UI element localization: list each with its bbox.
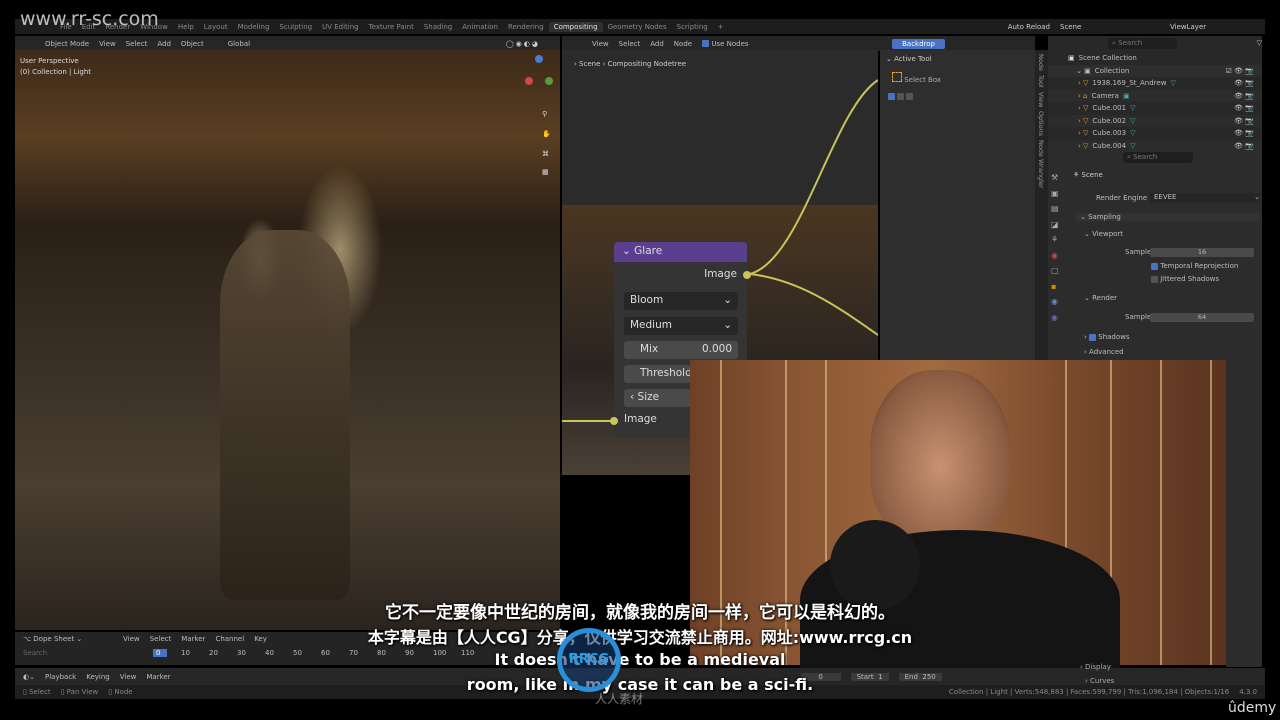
outliner-item[interactable]: › ▽ 1938.169_St_Andrew ▽ 👁 📷	[1048, 77, 1262, 90]
scene-selector[interactable]: Scene	[1055, 22, 1165, 32]
link-to-output	[749, 79, 878, 275]
view-layer-selector[interactable]: ViewLayer	[1165, 22, 1265, 32]
sampling-panel[interactable]: ⌄ Sampling	[1076, 213, 1260, 221]
auto-reload[interactable]: Auto Reload	[1003, 22, 1055, 32]
outliner-item[interactable]: › ⌂ Camera ▣ 👁 📷	[1048, 89, 1262, 102]
outliner-item[interactable]: › ▽ Cube.001 ▽ 👁 📷	[1048, 102, 1262, 115]
rrcg-sub-logo: 人人素材	[595, 692, 644, 706]
tab-shading[interactable]: Shading	[419, 22, 457, 32]
render-subpanel[interactable]: ⌄ Render	[1084, 294, 1117, 302]
shadows-panel[interactable]: › Shadows	[1084, 333, 1130, 341]
mix-field[interactable]: Mix 0.000	[624, 341, 738, 359]
properties-editor: ⌕ Search ⚒ ▣ ▤ ◪ ⚘ ◉ ▢ ▪ ◉ ◉ ⚘ Scene Render Engin…	[1048, 150, 1262, 362]
tab-compositing[interactable]: Compositing	[548, 21, 603, 32]
tab-sculpting[interactable]: Sculpting	[274, 22, 317, 32]
top-bar: File Edit Render Window Help Layout Mode…	[15, 19, 1265, 34]
render-samples-field[interactable]: 64	[1150, 313, 1254, 322]
tab-view[interactable]: View	[1037, 92, 1045, 107]
render-engine-dropdown[interactable]: EEVEE ⌄	[1150, 193, 1260, 203]
jittered-shadows-checkbox[interactable]: Jittered Shadows	[1151, 275, 1219, 283]
scene-context: ⚘ Scene	[1073, 171, 1103, 179]
node-menu-select[interactable]: Select	[619, 40, 641, 48]
camera-view-icon[interactable]: ⌘	[542, 150, 549, 158]
input-socket-label: Image	[624, 413, 657, 425]
presenter	[870, 370, 1010, 545]
properties-search[interactable]: ⌕ Search	[1123, 152, 1193, 163]
viewport-menu-object[interactable]: Object	[181, 40, 204, 48]
filter-icon[interactable]: ▽	[1257, 39, 1262, 47]
use-nodes-checkbox[interactable]: Use Nodes	[702, 40, 749, 48]
output-socket-label: Image	[704, 268, 737, 280]
tab-animation[interactable]: Animation	[457, 22, 503, 32]
quality-dropdown[interactable]: Medium ⌄	[624, 317, 738, 335]
select-box-tool[interactable]: Select Box	[892, 72, 941, 84]
tab-tool[interactable]: Tool	[1037, 75, 1045, 88]
node-menu-view[interactable]: View	[592, 40, 609, 48]
shading-buttons[interactable]: ◯◉◐◕	[506, 40, 540, 48]
temporal-reprojection-checkbox[interactable]: Temporal Reprojection	[1151, 262, 1238, 270]
pan-hand-icon[interactable]: ✋	[542, 130, 551, 138]
microphone	[830, 520, 920, 610]
sidebar-tabs: Node Tool View Options Node Wrangler	[1035, 50, 1048, 360]
navigation-gizmo[interactable]	[525, 55, 555, 95]
active-tool-header[interactable]: ⌄ Active Tool	[886, 55, 932, 63]
outliner-item[interactable]: › ▽ Cube.003 ▽ 👁 📷	[1048, 127, 1262, 140]
glare-node-header[interactable]: ⌄ Glare	[614, 242, 747, 262]
tab-node[interactable]: Node	[1037, 54, 1045, 71]
select-mode-icons[interactable]	[888, 92, 914, 100]
viewport-overlay-sub: (0) Collection | Light	[20, 68, 92, 76]
outliner-search[interactable]: ⌕ Search	[1108, 37, 1177, 49]
render-engine-label: Render Engine	[1096, 194, 1148, 202]
viewport-samples-field[interactable]: 16	[1150, 248, 1254, 257]
statue-model	[220, 230, 350, 600]
glare-type-dropdown[interactable]: Bloom ⌄	[624, 292, 738, 310]
tab-rendering[interactable]: Rendering	[503, 22, 549, 32]
sidebar-panel: ⌄ Active Tool Select Box	[880, 50, 1035, 360]
watermark: www.rr-sc.com	[20, 8, 159, 30]
viewport-menu-view[interactable]: View	[99, 40, 116, 48]
viewport-subpanel[interactable]: ⌄ Viewport	[1084, 230, 1123, 238]
output-socket[interactable]	[743, 271, 751, 279]
ortho-grid-icon[interactable]: ▦	[542, 168, 549, 176]
subtitle-cn-1: 它不一定要像中世纪的房间，就像我的房间一样，它可以是科幻的。	[385, 603, 895, 623]
subtitle-en-1: It doesn't have to be a medieval	[494, 650, 786, 669]
menu-help[interactable]: Help	[173, 22, 199, 32]
input-socket[interactable]	[610, 417, 618, 425]
add-workspace-icon[interactable]: +	[713, 22, 729, 32]
properties-tabs[interactable]: ⚒ ▣ ▤ ◪ ⚘ ◉ ▢ ▪ ◉ ◉	[1051, 170, 1065, 325]
tab-node-wrangler[interactable]: Node Wrangler	[1037, 140, 1045, 189]
viewport-menu-select[interactable]: Select	[126, 40, 148, 48]
transform-orientation[interactable]: Global	[228, 40, 250, 48]
tab-options[interactable]: Options	[1037, 111, 1045, 136]
zoom-icon[interactable]: ⚲	[542, 110, 547, 118]
outliner-item[interactable]: › ▽ Cube.002 ▽ 👁 📷	[1048, 114, 1262, 127]
tab-layout[interactable]: Layout	[199, 22, 233, 32]
outliner: ⌕ Search ▽ ▣ Scene Collection ⌄ ▣ Collectio…	[1048, 36, 1262, 152]
advanced-panel[interactable]: › Advanced	[1084, 348, 1124, 356]
tab-scripting[interactable]: Scripting	[672, 22, 713, 32]
backdrop-button[interactable]: Backdrop	[892, 38, 945, 49]
viewport-menu-add[interactable]: Add	[157, 40, 171, 48]
node-menu-add[interactable]: Add	[650, 40, 664, 48]
rrcg-logo: RRCG	[557, 628, 621, 692]
link-to-viewer	[749, 273, 878, 336]
subtitle-cn-2: 本字幕是由【人人CG】分享，仅供学习交流禁止商用。网址:www.rrcg.cn	[367, 628, 913, 647]
viewport-header: Object Mode View Select Add Object Globa…	[15, 36, 560, 51]
tab-modeling[interactable]: Modeling	[233, 22, 275, 32]
collection-item[interactable]: ⌄ ▣ Collection ☑ 👁 📷	[1048, 64, 1262, 77]
tab-uv-editing[interactable]: UV Editing	[317, 22, 364, 32]
3d-viewport[interactable]: User Perspective (0) Collection | Light …	[15, 50, 560, 630]
viewport-overlay-title: User Perspective	[20, 57, 79, 65]
scene-collection[interactable]: ▣ Scene Collection	[1048, 52, 1262, 65]
tab-texture-paint[interactable]: Texture Paint	[364, 22, 419, 32]
node-menu-node[interactable]: Node	[674, 40, 692, 48]
node-editor-header: View Select Add Node Use Nodes Backdrop	[562, 36, 1035, 51]
mode-selector[interactable]: Object Mode	[45, 40, 89, 48]
udemy-logo: ûdemy	[1228, 700, 1277, 716]
tab-geometry-nodes[interactable]: Geometry Nodes	[603, 22, 672, 32]
